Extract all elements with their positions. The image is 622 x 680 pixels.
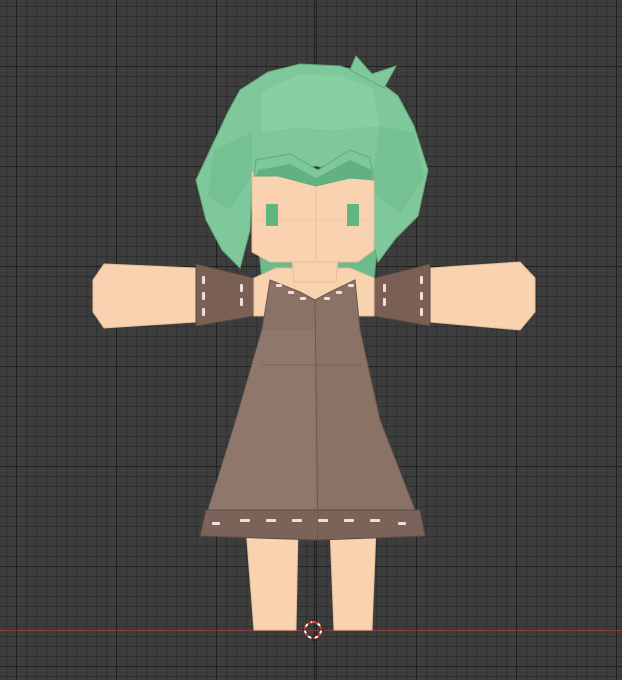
3d-viewport[interactable] bbox=[0, 0, 622, 680]
right-arm bbox=[429, 261, 536, 331]
right-leg bbox=[329, 527, 377, 631]
character-model[interactable] bbox=[0, 0, 622, 680]
left-eye bbox=[266, 204, 278, 226]
dress-shade-left bbox=[200, 330, 315, 536]
left-arm bbox=[92, 263, 197, 329]
dress-hem bbox=[199, 509, 426, 541]
left-leg bbox=[245, 527, 299, 631]
right-eye bbox=[347, 204, 359, 226]
3d-cursor-icon[interactable] bbox=[302, 619, 324, 641]
